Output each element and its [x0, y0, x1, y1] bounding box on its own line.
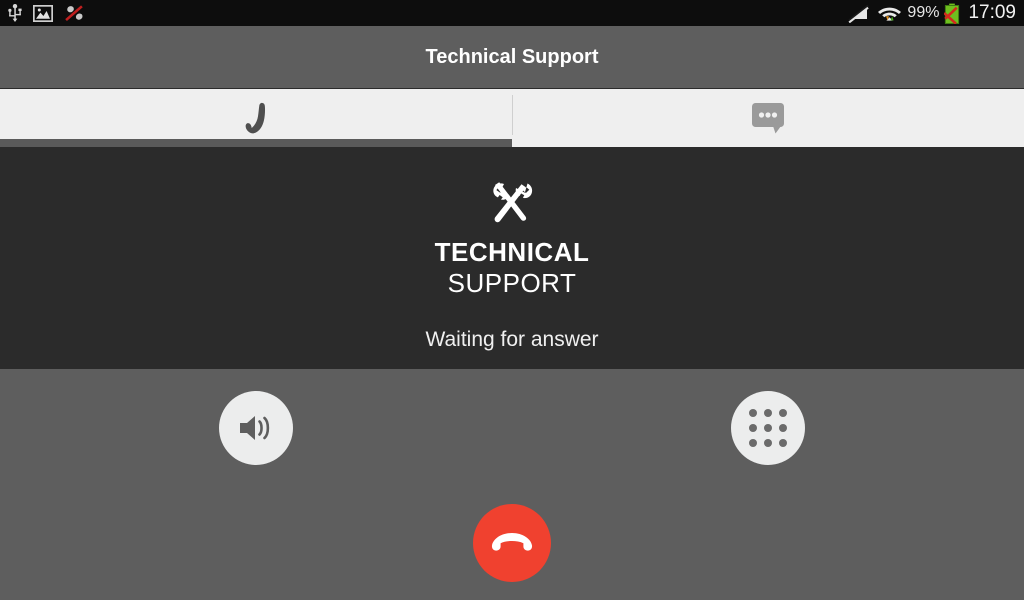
speaker-button[interactable]	[219, 391, 293, 465]
end-call-icon	[491, 532, 533, 554]
keypad-button[interactable]	[731, 391, 805, 465]
status-bar-right-icons: 99% 17:09	[848, 0, 1016, 26]
wifi-data-icon	[877, 3, 902, 24]
sound-mute-icon	[64, 3, 86, 23]
call-info-panel: TECHNICAL SUPPORT Waiting for answer	[0, 147, 1024, 369]
phone-call-screen: 99% 17:09 Technical Support TECHNICAL SU…	[0, 0, 1024, 600]
battery-percent-label: 99%	[907, 4, 940, 21]
tab-call-active-indicator	[0, 139, 512, 147]
tools-icon	[490, 181, 534, 223]
battery-error-icon	[944, 3, 960, 24]
brand-name-line2: SUPPORT	[447, 268, 577, 298]
app-title-bar: Technical Support	[0, 26, 1024, 88]
chat-bubble-icon	[751, 102, 785, 134]
phone-icon	[241, 101, 271, 135]
tab-chat-active-indicator	[512, 139, 1024, 147]
dialpad-icon	[749, 409, 787, 447]
usb-icon	[8, 4, 22, 22]
status-bar-clock: 17:09	[968, 2, 1016, 23]
signal-off-icon	[848, 3, 872, 23]
tab-call[interactable]	[0, 89, 512, 147]
page-title: Technical Support	[425, 45, 599, 68]
tab-divider	[512, 95, 513, 135]
status-bar: 99% 17:09	[0, 0, 1024, 26]
tab-bar	[0, 88, 1024, 147]
call-controls	[0, 369, 1024, 600]
end-call-button[interactable]	[473, 504, 551, 582]
brand-name-line1: TECHNICAL	[434, 237, 590, 267]
call-status-text: Waiting for answer	[425, 328, 599, 351]
status-bar-left-icons	[8, 0, 86, 26]
speaker-icon	[238, 412, 274, 444]
screenshot-image-icon	[33, 4, 53, 22]
tab-chat[interactable]	[512, 89, 1024, 147]
